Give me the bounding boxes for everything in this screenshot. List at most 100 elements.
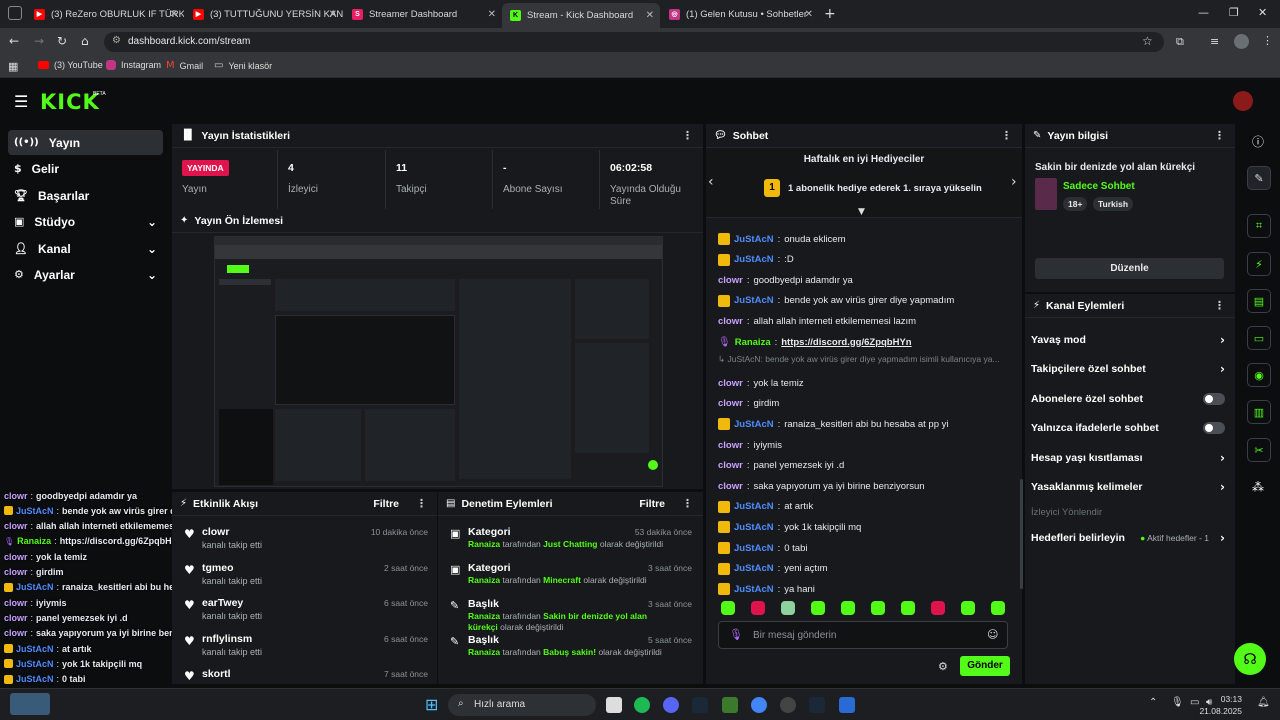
chevron-right-icon[interactable]: › bbox=[1011, 174, 1017, 190]
home-icon[interactable]: ⌂ bbox=[81, 34, 89, 48]
back-icon[interactable]: ← bbox=[9, 34, 19, 48]
nav-item-kanal[interactable]: 👤︎ Kanal ⌄ bbox=[8, 236, 163, 261]
activity-item[interactable]: ♥ rnflylinsm kanalı takip etti 6 saat önce bbox=[178, 633, 428, 665]
clock-date[interactable]: 21.08.2025 bbox=[1197, 706, 1242, 716]
chat-message[interactable]: ↳ JuStAcN: bende yok aw virüs girer diye… bbox=[718, 354, 1013, 366]
emote-button[interactable] bbox=[781, 601, 795, 615]
chrome-icon[interactable] bbox=[751, 697, 767, 713]
chat-message[interactable]: JuStAcN: ranaiza_kesitleri abi bu hesaba … bbox=[718, 415, 1013, 433]
rail-button[interactable]: ▭ bbox=[1247, 326, 1271, 350]
chat-message[interactable]: clowr: yok la temiz bbox=[718, 374, 1013, 392]
bookmark-gmail[interactable]: M Gmail bbox=[166, 60, 203, 71]
stream-preview-video[interactable] bbox=[214, 236, 663, 487]
chat-message[interactable]: 🎙︎ Ranaiza: https://discord.gg/6ZpqbHYn bbox=[718, 333, 1013, 351]
kick-logo[interactable]: KICK bbox=[40, 90, 100, 114]
browser-tab[interactable]: ▶ (3) ReZero OBURLUK IF TÜRKÇ ✕ bbox=[26, 4, 184, 24]
rail-button[interactable]: ⚡︎ bbox=[1247, 252, 1271, 276]
chat-message[interactable]: clowr: iyiymis bbox=[718, 436, 1013, 454]
extensions-icon[interactable]: ⧉ bbox=[1176, 35, 1184, 49]
chat-message[interactable]: clowr: saka yapıyorum ya iyi birine benzi… bbox=[718, 477, 1013, 495]
channel-action-row[interactable]: Yavaş mod › bbox=[1031, 327, 1229, 353]
nav-item-gelir[interactable]: $ Gelir bbox=[8, 156, 163, 181]
apps-icon[interactable]: ⁂ bbox=[1252, 480, 1264, 494]
hamburger-menu-icon[interactable]: ☰ bbox=[14, 92, 28, 111]
minecraft-icon[interactable] bbox=[722, 697, 738, 713]
notifications-icon[interactable]: 🔔︎ bbox=[1257, 697, 1270, 708]
browser-tab[interactable]: S Streamer Dashboard ✕ bbox=[344, 4, 502, 24]
tray-chevron-icon[interactable]: ⌃ bbox=[1149, 697, 1157, 708]
apps-icon[interactable]: ▦ bbox=[8, 60, 18, 73]
nav-item-ayarlar[interactable]: ⚙ Ayarlar ⌄ bbox=[8, 262, 163, 287]
emote-button[interactable] bbox=[811, 601, 825, 615]
more-icon[interactable]: ⋮ bbox=[1214, 299, 1225, 312]
maximize-icon[interactable]: ❐ bbox=[1229, 6, 1239, 19]
minimize-icon[interactable]: — bbox=[1198, 6, 1209, 19]
toggle-switch[interactable] bbox=[1203, 392, 1225, 405]
chat-username[interactable]: clowr bbox=[718, 275, 743, 286]
chat-username[interactable]: clowr bbox=[718, 316, 743, 327]
browser-tab-active[interactable]: K Stream - Kick Dashboard ✕ bbox=[502, 3, 660, 28]
chat-username[interactable]: clowr bbox=[718, 440, 743, 451]
category-name[interactable]: Sadece Sohbet bbox=[1063, 181, 1135, 192]
bookmark-instagram[interactable]: Instagram bbox=[106, 60, 161, 70]
chat-username[interactable]: clowr bbox=[718, 460, 743, 471]
forward-icon[interactable]: → bbox=[34, 34, 44, 48]
channel-action-row[interactable]: Hesap yaşı kısıtlaması › bbox=[1031, 445, 1229, 471]
discord-icon[interactable] bbox=[663, 697, 679, 713]
chat-message[interactable]: JuStAcN: at artık bbox=[718, 498, 1013, 516]
chat-message[interactable]: clowr: girdim bbox=[718, 395, 1013, 413]
emote-button[interactable] bbox=[871, 601, 885, 615]
emote-button[interactable] bbox=[991, 601, 1005, 615]
close-tab-icon[interactable]: ✕ bbox=[170, 9, 178, 20]
goals-row[interactable]: Hedefleri belirleyin ● Aktif hedefler - … bbox=[1031, 525, 1229, 551]
steam-icon[interactable] bbox=[692, 697, 708, 713]
profile-avatar[interactable] bbox=[1234, 34, 1249, 49]
more-icon[interactable]: ⋮ bbox=[682, 497, 693, 510]
activity-item[interactable]: ♥ tgmeo kanalı takip etti 2 saat önce bbox=[178, 562, 428, 594]
new-tab-icon[interactable]: + bbox=[824, 6, 836, 22]
more-icon[interactable]: ⋮ bbox=[1214, 129, 1225, 142]
bookmark-youtube[interactable]: (3) YouTube bbox=[38, 60, 103, 70]
close-window-icon[interactable]: ✕ bbox=[1258, 6, 1267, 19]
close-tab-icon[interactable]: ✕ bbox=[646, 10, 654, 21]
emote-button[interactable] bbox=[721, 601, 735, 615]
chat-message[interactable]: clowr: panel yemezsek iyi .d bbox=[718, 457, 1013, 475]
chat-message[interactable]: clowr: goodbyedpi adamdır ya bbox=[718, 271, 1013, 289]
chat-username[interactable]: clowr bbox=[718, 378, 743, 389]
bookmark-star-icon[interactable]: ☆ bbox=[1142, 34, 1153, 48]
pin-icon[interactable]: ▼ bbox=[858, 207, 865, 217]
browser-tab[interactable]: ◎ (1) Gelen Kutusu • Sohbetler ✕ bbox=[661, 4, 819, 24]
chat-message[interactable]: JuStAcN: yeni açtım bbox=[718, 560, 1013, 578]
obs-icon[interactable] bbox=[780, 697, 796, 713]
more-icon[interactable]: ⋮ bbox=[416, 497, 427, 510]
emote-button[interactable] bbox=[751, 601, 765, 615]
send-button[interactable]: Gönder bbox=[960, 656, 1010, 676]
clock-time[interactable]: 03:13 bbox=[1214, 694, 1242, 704]
chat-username[interactable]: JuStAcN bbox=[734, 584, 774, 595]
filter-button[interactable]: Filtre bbox=[373, 498, 399, 510]
edit-button[interactable]: Düzenle bbox=[1035, 258, 1224, 279]
nav-item-basarilar[interactable]: 🏆︎ Başarılar bbox=[8, 183, 163, 208]
weather-widget[interactable] bbox=[10, 693, 50, 715]
more-icon[interactable]: ⋮ bbox=[1001, 129, 1012, 142]
chat-message[interactable]: JuStAcN: yok 1k takipçili mq bbox=[718, 518, 1013, 536]
close-tab-icon[interactable]: ✕ bbox=[805, 9, 813, 20]
chat-username[interactable]: clowr bbox=[718, 398, 743, 409]
channel-action-row[interactable]: Takipçilere özel sohbet › bbox=[1031, 356, 1229, 382]
user-avatar[interactable] bbox=[1233, 91, 1253, 111]
toggle-switch[interactable] bbox=[1203, 422, 1225, 435]
chat-message[interactable]: JuStAcN::D bbox=[718, 251, 1013, 269]
chat-message[interactable]: clowr: allah allah interneti etkilememesi… bbox=[718, 312, 1013, 330]
chat-settings-icon[interactable]: ⚙ bbox=[938, 660, 948, 673]
emoji-icon[interactable]: ☺ bbox=[987, 628, 998, 641]
more-icon[interactable]: ⋮ bbox=[682, 129, 693, 142]
rail-button[interactable]: ◉ bbox=[1247, 363, 1271, 387]
chat-scrollbar[interactable] bbox=[1020, 479, 1023, 589]
emote-button[interactable] bbox=[901, 601, 915, 615]
channel-action-row[interactable]: Abonelere özel sohbet bbox=[1031, 386, 1229, 412]
chat-username[interactable]: JuStAcN bbox=[734, 254, 774, 265]
chat-username[interactable]: Ranaiza bbox=[735, 337, 771, 348]
chat-username[interactable]: JuStAcN bbox=[734, 234, 774, 245]
chat-username[interactable]: JuStAcN bbox=[734, 295, 774, 306]
chat-username[interactable]: JuStAcN bbox=[734, 563, 774, 574]
